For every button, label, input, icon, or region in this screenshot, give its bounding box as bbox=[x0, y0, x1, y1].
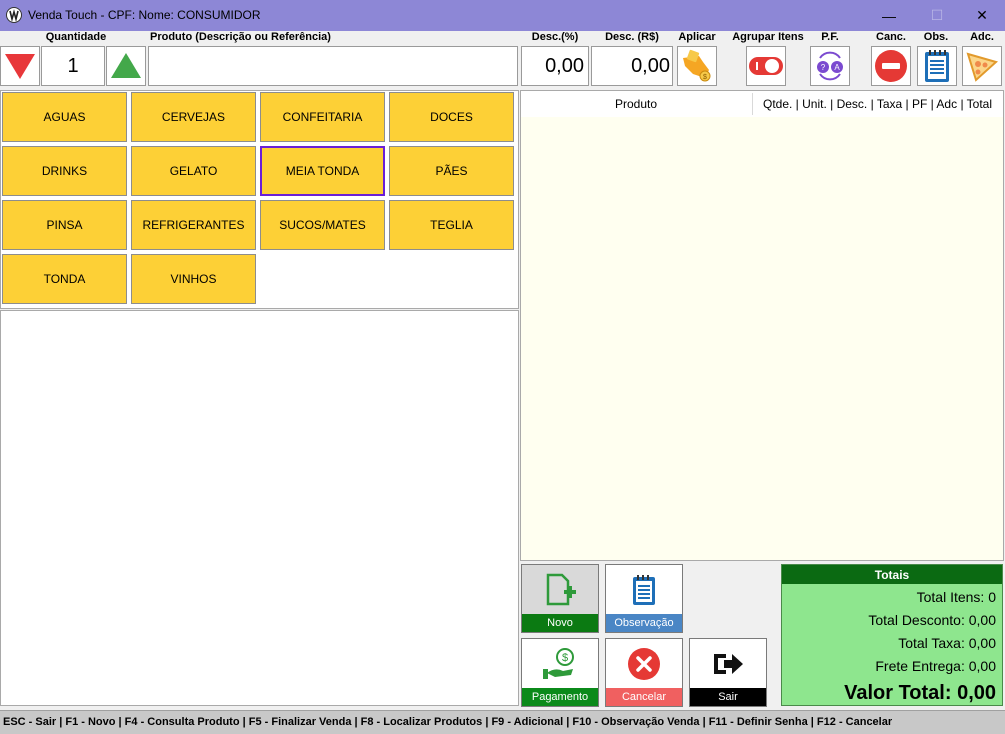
category-button[interactable]: GELATO bbox=[131, 146, 256, 196]
desc-pct-value: 0,00 bbox=[545, 54, 584, 77]
exit-arrow-icon bbox=[690, 639, 766, 688]
increase-quantity-button[interactable] bbox=[106, 46, 146, 86]
product-search-input[interactable] bbox=[148, 46, 518, 86]
minus-circle-icon bbox=[875, 50, 907, 82]
valor-total: Valor Total: 0,00 bbox=[844, 682, 996, 704]
pagamento-button[interactable]: $ Pagamento bbox=[521, 638, 599, 707]
grid-header: Produto Qtde. | Unit. | Desc. | Taxa | P… bbox=[521, 91, 1003, 117]
product-panel bbox=[0, 310, 519, 706]
desc-rs-field[interactable]: 0,00 bbox=[591, 46, 673, 86]
category-button[interactable]: CONFEITARIA bbox=[260, 92, 385, 142]
category-button[interactable]: DOCES bbox=[389, 92, 514, 142]
question-cycle-icon: ? A bbox=[817, 51, 843, 81]
payment-hand-icon: $ bbox=[522, 639, 598, 688]
notepad-icon bbox=[606, 565, 682, 614]
category-button[interactable]: VINHOS bbox=[131, 254, 256, 304]
category-button[interactable]: MEIA TONDA bbox=[260, 146, 385, 196]
sair-button[interactable]: Sair bbox=[689, 638, 767, 707]
items-grid[interactable]: Produto Qtde. | Unit. | Desc. | Taxa | P… bbox=[520, 90, 1004, 561]
quantity-value: 1 bbox=[67, 54, 79, 77]
canc-button[interactable] bbox=[871, 46, 911, 86]
new-document-icon bbox=[522, 565, 598, 614]
category-button[interactable]: SUCOS/MATES bbox=[260, 200, 385, 250]
frete-entrega: Frete Entrega: 0,00 bbox=[875, 658, 996, 674]
window-title: Venda Touch - CPF: Nome: CONSUMIDOR bbox=[28, 8, 261, 22]
desc-rs-value: 0,00 bbox=[631, 54, 670, 77]
obs-button[interactable] bbox=[917, 46, 957, 86]
total-taxa: Total Taxa: 0,00 bbox=[898, 635, 996, 651]
agrupar-button[interactable] bbox=[746, 46, 786, 86]
notepad-icon bbox=[925, 50, 949, 82]
maximize-button[interactable]: ☐ bbox=[914, 0, 960, 31]
desc-pct-label: Desc.(%) bbox=[531, 31, 579, 43]
svg-text:A: A bbox=[834, 63, 840, 72]
status-bar: ESC - Sair | F1 - Novo | F4 - Consulta P… bbox=[0, 710, 1005, 734]
svg-text:?: ? bbox=[821, 63, 826, 72]
minimize-button[interactable]: — bbox=[866, 0, 912, 31]
svg-text:$: $ bbox=[562, 652, 568, 664]
close-circle-icon bbox=[606, 639, 682, 688]
observacao-button[interactable]: Observação bbox=[605, 564, 683, 633]
pagamento-label: Pagamento bbox=[522, 688, 598, 706]
category-button[interactable]: CERVEJAS bbox=[131, 92, 256, 142]
category-panel: AGUAS CERVEJAS CONFEITARIA DOCES DRINKS GELAT… bbox=[0, 90, 519, 309]
triangle-up-icon bbox=[111, 53, 141, 78]
title-bar: Venda Touch - CPF: Nome: CONSUMIDOR — ☐ … bbox=[0, 0, 1005, 31]
novo-button[interactable]: Novo bbox=[521, 564, 599, 633]
triangle-down-icon bbox=[5, 54, 35, 79]
category-button[interactable]: TEGLIA bbox=[389, 200, 514, 250]
category-button[interactable]: AGUAS bbox=[2, 92, 127, 142]
quantity-label: Quantidade bbox=[45, 31, 107, 43]
category-button[interactable]: TONDA bbox=[2, 254, 127, 304]
shortcut-hints: ESC - Sair | F1 - Novo | F4 - Consulta P… bbox=[3, 716, 893, 728]
grid-header-divider bbox=[752, 93, 753, 115]
adc-button[interactable] bbox=[962, 46, 1002, 86]
agrupar-label: Agrupar Itens bbox=[732, 31, 804, 43]
canc-label: Canc. bbox=[876, 31, 906, 43]
app-logo-icon bbox=[6, 7, 22, 23]
desc-pct-field[interactable]: 0,00 bbox=[521, 46, 589, 86]
quantity-field[interactable]: 1 bbox=[41, 46, 105, 86]
category-button[interactable]: PÃES bbox=[389, 146, 514, 196]
desc-rs-label: Desc. (R$) bbox=[605, 31, 659, 43]
decrease-quantity-button[interactable] bbox=[0, 46, 40, 86]
observacao-label: Observação bbox=[606, 614, 682, 632]
toggle-icon bbox=[749, 57, 783, 75]
cancelar-button[interactable]: Cancelar bbox=[605, 638, 683, 707]
pf-button[interactable]: ? A bbox=[810, 46, 850, 86]
sair-label: Sair bbox=[690, 688, 766, 706]
category-button[interactable]: DRINKS bbox=[2, 146, 127, 196]
total-desconto: Total Desconto: 0,00 bbox=[868, 612, 996, 628]
product-label: Produto (Descrição ou Referência) bbox=[150, 31, 331, 43]
totals-title: Totais bbox=[782, 565, 1002, 584]
grid-col-produto: Produto bbox=[614, 97, 658, 111]
total-itens: Total Itens: 0 bbox=[916, 589, 996, 605]
category-button[interactable]: PINSA bbox=[2, 200, 127, 250]
hand-coin-icon: $ bbox=[683, 49, 711, 82]
obs-label: Obs. bbox=[923, 31, 949, 43]
category-button[interactable]: REFRIGERANTES bbox=[131, 200, 256, 250]
close-button[interactable]: ✕ bbox=[959, 0, 1005, 31]
pizza-icon bbox=[966, 52, 999, 82]
totals-panel: Totais Total Itens: 0 Total Desconto: 0,… bbox=[781, 564, 1003, 706]
cancelar-label: Cancelar bbox=[606, 688, 682, 706]
aplicar-button[interactable]: $ bbox=[677, 46, 717, 86]
aplicar-label: Aplicar bbox=[678, 31, 716, 43]
pf-label: P.F. bbox=[821, 31, 839, 43]
novo-label: Novo bbox=[522, 614, 598, 632]
svg-text:$: $ bbox=[703, 74, 707, 81]
grid-col-values: Qtde. | Unit. | Desc. | Taxa | PF | Adc … bbox=[763, 97, 993, 111]
adc-label: Adc. bbox=[970, 31, 994, 43]
